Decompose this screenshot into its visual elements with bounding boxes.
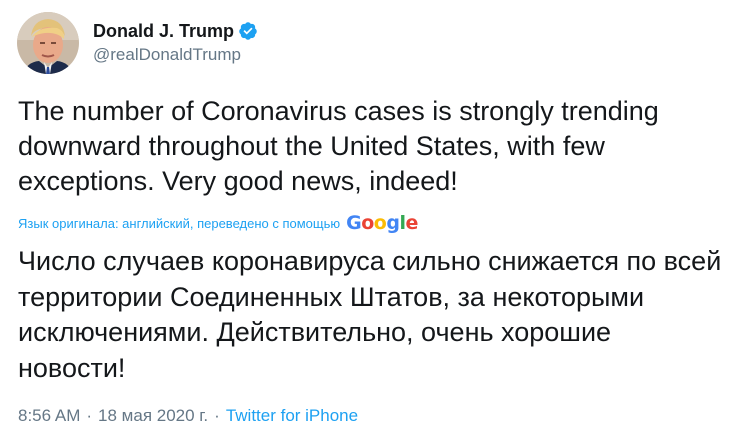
tweet-text: The number of Coronavirus cases is stron… bbox=[18, 96, 659, 196]
profile-photo-icon bbox=[17, 12, 79, 74]
avatar[interactable] bbox=[17, 12, 79, 74]
translated-tweet-text: Число случаев коронавируса сильно снижае… bbox=[18, 246, 722, 383]
tweet-meta: 8:56 AM · 18 мая 2020 г. · Twitter for i… bbox=[18, 406, 358, 426]
translation-note-label: Язык оригинала: английский, переведено с… bbox=[18, 215, 341, 231]
display-name[interactable]: Donald J. Trump bbox=[93, 20, 234, 42]
tweet-date[interactable]: 18 мая 2020 г. bbox=[98, 406, 208, 426]
google-logo[interactable]: Google bbox=[346, 212, 418, 234]
name-row: Donald J. Trump bbox=[93, 20, 258, 42]
meta-separator: · bbox=[214, 406, 220, 425]
verified-badge-icon bbox=[239, 22, 257, 40]
user-handle[interactable]: @realDonaldTrump bbox=[93, 44, 258, 66]
tweet-header: Donald J. Trump @realDonaldTrump bbox=[17, 11, 258, 75]
translation-note: Язык оригинала: английский, переведено с… bbox=[18, 212, 418, 234]
tweet-source-link[interactable]: Twitter for iPhone bbox=[226, 406, 358, 426]
meta-separator: · bbox=[86, 406, 93, 425]
user-names: Donald J. Trump @realDonaldTrump bbox=[93, 20, 258, 66]
tweet-time[interactable]: 8:56 AM bbox=[18, 406, 80, 426]
